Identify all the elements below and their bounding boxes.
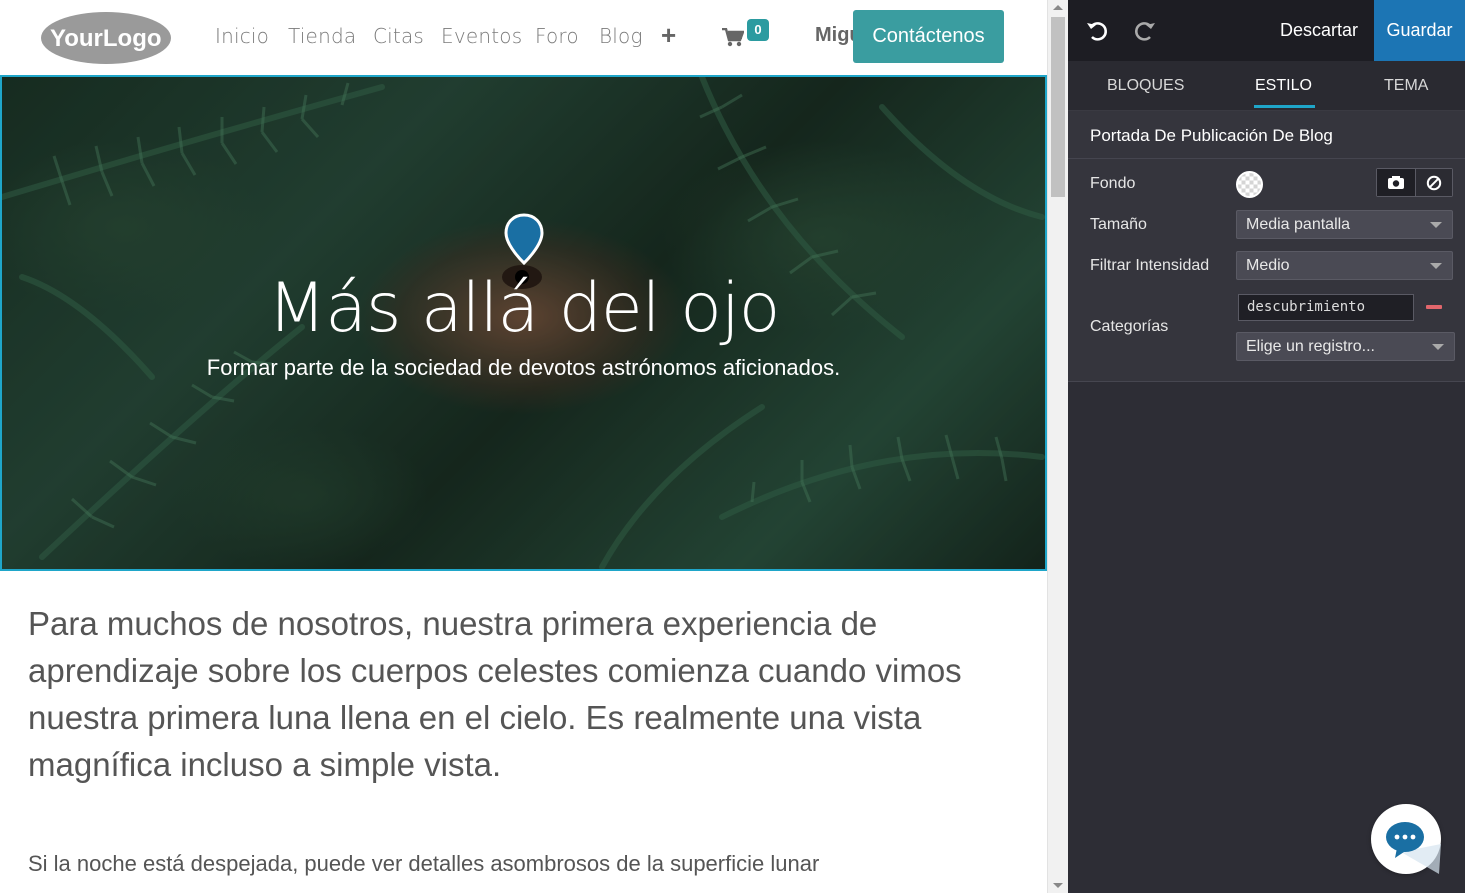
chat-bubble-icon	[1386, 822, 1441, 874]
chevron-down-icon	[1430, 222, 1442, 228]
hero-subtitle[interactable]: Formar parte de la sociedad de devotos a…	[2, 355, 1045, 381]
scroll-down-arrow[interactable]	[1053, 883, 1063, 888]
plus-icon[interactable]: +	[661, 22, 676, 48]
website-preview: YourLogo Inicio Tienda Citas Eventos For…	[0, 0, 1047, 893]
ban-icon	[1426, 175, 1441, 190]
cart-count-badge: 0	[747, 19, 769, 41]
camera-icon	[1387, 176, 1404, 189]
section-title: Portada De Publicación De Blog	[1090, 126, 1333, 145]
article-lead[interactable]: Para muchos de nosotros, nuestra primera…	[28, 600, 1008, 788]
discard-button[interactable]: Descartar	[1266, 0, 1372, 61]
background-label: Fondo	[1090, 175, 1136, 192]
category-placeholder: Elige un registro...	[1246, 338, 1375, 355]
page-scrollbar[interactable]	[1047, 0, 1068, 893]
size-select[interactable]: Media pantalla	[1236, 210, 1453, 239]
blog-cover-section[interactable]: Más allá del ojo Formar parte de la soci…	[0, 75, 1047, 571]
tab-style[interactable]: ESTILO	[1255, 77, 1312, 95]
nav-link-citas[interactable]: Citas	[373, 24, 424, 48]
categories-label: Categorías	[1090, 318, 1169, 335]
nav-link-tienda[interactable]: Tienda	[288, 24, 356, 48]
scroll-thumb[interactable]	[1051, 17, 1065, 197]
contact-button[interactable]: Contáctenos	[853, 10, 1004, 63]
filter-intensity-select[interactable]: Medio	[1236, 251, 1453, 280]
nav-link-inicio[interactable]: Inicio	[215, 24, 269, 48]
chevron-down-icon	[1432, 344, 1444, 350]
filter-intensity-label: Filtrar Intensidad	[1090, 257, 1210, 274]
category-tag[interactable]: descubrimiento	[1238, 294, 1414, 321]
filter-intensity-value: Medio	[1246, 257, 1290, 274]
article-paragraph[interactable]: Si la noche está despejada, puede ver de…	[28, 848, 1008, 880]
nav-link-eventos[interactable]: Eventos	[441, 24, 522, 48]
background-image-buttons	[1376, 168, 1453, 197]
chevron-down-icon	[1430, 263, 1442, 269]
undo-icon[interactable]	[1082, 16, 1112, 46]
cart-button[interactable]: 0	[722, 19, 772, 54]
tab-theme[interactable]: TEMA	[1384, 77, 1428, 95]
editor-toolbar: Descartar Guardar	[1068, 0, 1465, 61]
remove-category-button[interactable]	[1426, 305, 1442, 309]
scroll-up-arrow[interactable]	[1053, 5, 1063, 10]
hero-title[interactable]: Más allá del ojo	[2, 269, 1045, 348]
livechat-button[interactable]	[1371, 804, 1441, 874]
divider	[1068, 158, 1465, 159]
nav-link-blog[interactable]: Blog	[599, 24, 643, 48]
user-menu[interactable]: Miguel	[815, 24, 855, 47]
nav-link-foro[interactable]: Foro	[535, 24, 579, 48]
logo[interactable]: YourLogo	[40, 11, 172, 65]
camera-button[interactable]	[1377, 169, 1415, 196]
tab-blocks[interactable]: BLOQUES	[1107, 77, 1184, 95]
editor-panel: Descartar Guardar BLOQUES ESTILO TEMA Po…	[1068, 0, 1465, 893]
category-picker[interactable]: Elige un registro...	[1236, 332, 1455, 361]
cart-icon	[722, 28, 744, 47]
redo-icon[interactable]	[1130, 16, 1160, 46]
article-body: Para muchos de nosotros, nuestra primera…	[28, 600, 1008, 880]
blog-cover-options: Portada De Publicación De Blog Fondo Tam…	[1068, 111, 1465, 382]
size-label: Tamaño	[1090, 216, 1147, 233]
save-button[interactable]: Guardar	[1374, 0, 1465, 61]
background-color-picker[interactable]	[1236, 171, 1263, 198]
logo-text: YourLogo	[50, 25, 162, 52]
editor-tabs: BLOQUES ESTILO TEMA	[1068, 61, 1465, 111]
navbar: YourLogo Inicio Tienda Citas Eventos For…	[0, 0, 1047, 75]
size-value: Media pantalla	[1246, 216, 1351, 233]
remove-background-button[interactable]	[1414, 169, 1452, 196]
active-tab-indicator	[1254, 105, 1315, 108]
map-pin-icon[interactable]	[504, 213, 544, 265]
